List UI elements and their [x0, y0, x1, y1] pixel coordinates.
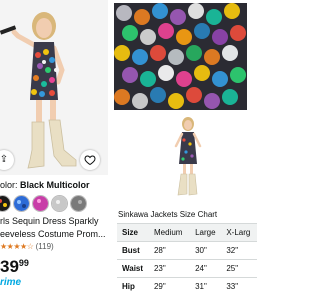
- heart-icon: [84, 155, 96, 166]
- swatch-silver[interactable]: [51, 195, 68, 212]
- size-chart-cell: 28": [153, 246, 166, 255]
- size-chart-row-label: Hip: [122, 282, 135, 291]
- size-chart-cell: 31": [195, 282, 207, 291]
- size-chart-cell: 29": [153, 282, 166, 291]
- table-row: Bust 28" 30" 32": [117, 241, 257, 260]
- size-chart-header-size: Size: [122, 228, 139, 237]
- price-cents: 99: [18, 258, 29, 268]
- rating-count: (119): [35, 242, 54, 251]
- sequin-texture-image: [114, 3, 247, 110]
- size-chart-header-medium: Medium: [153, 228, 183, 237]
- size-chart-header-row: Size Medium Large X-Larg: [117, 223, 257, 242]
- color-swatches: [0, 195, 108, 212]
- product-price: 3999: [0, 257, 29, 277]
- product-card[interactable]: ⇪ olor: Black Multicolor rls Sequin Dres…: [0, 0, 108, 296]
- size-chart-cell: 25": [226, 264, 239, 273]
- product-rating[interactable]: ★★★★☆ (119): [0, 242, 54, 251]
- wishlist-button[interactable]: [80, 150, 100, 170]
- size-chart-row-label: Waist: [122, 264, 144, 273]
- sequin-closeup-image[interactable]: [114, 3, 247, 110]
- size-chart-header-xlarge: X-Larg: [226, 228, 251, 237]
- size-chart-cell: 33": [226, 282, 239, 291]
- star-rating-icon: ★★★★☆: [0, 242, 34, 251]
- size-chart-title: Sinkawa Jackets Size Chart: [118, 210, 218, 219]
- product-image[interactable]: ⇪: [0, 0, 108, 175]
- color-value: Black Multicolor: [20, 180, 90, 190]
- swatch-blue[interactable]: [13, 195, 30, 212]
- size-chart-cell: 23": [153, 264, 166, 273]
- table-row: Waist 23" 24" 25": [117, 259, 257, 278]
- model-photo-image: [114, 114, 247, 206]
- size-chart-cell: 24": [195, 264, 207, 273]
- product-title-line-2[interactable]: eeveless Costume Prom...: [0, 229, 106, 239]
- size-chart-table: Size Medium Large X-Larg Bust 28" 30" 32…: [117, 223, 257, 295]
- size-chart-cell: 32": [226, 246, 239, 255]
- color-label: olor:: [0, 180, 18, 190]
- size-chart-row-label: Bust: [122, 246, 140, 255]
- prime-badge: rime: [0, 277, 22, 288]
- color-selection: olor: Black Multicolor: [0, 180, 90, 190]
- swatch-gray[interactable]: [70, 195, 87, 212]
- share-icon: ⇪: [0, 154, 9, 165]
- girl-sequin-dress-image: [0, 0, 108, 175]
- swatch-pink[interactable]: [32, 195, 49, 212]
- model-thumbnail-image[interactable]: [114, 114, 247, 206]
- swatch-black[interactable]: [0, 195, 11, 212]
- product-title-line-1[interactable]: rls Sequin Dress Sparkly: [0, 216, 99, 226]
- table-row: Hip 29" 31" 33": [117, 277, 257, 296]
- price-whole: 39: [0, 257, 19, 276]
- size-chart-header-large: Large: [195, 228, 216, 237]
- size-chart-cell: 30": [195, 246, 207, 255]
